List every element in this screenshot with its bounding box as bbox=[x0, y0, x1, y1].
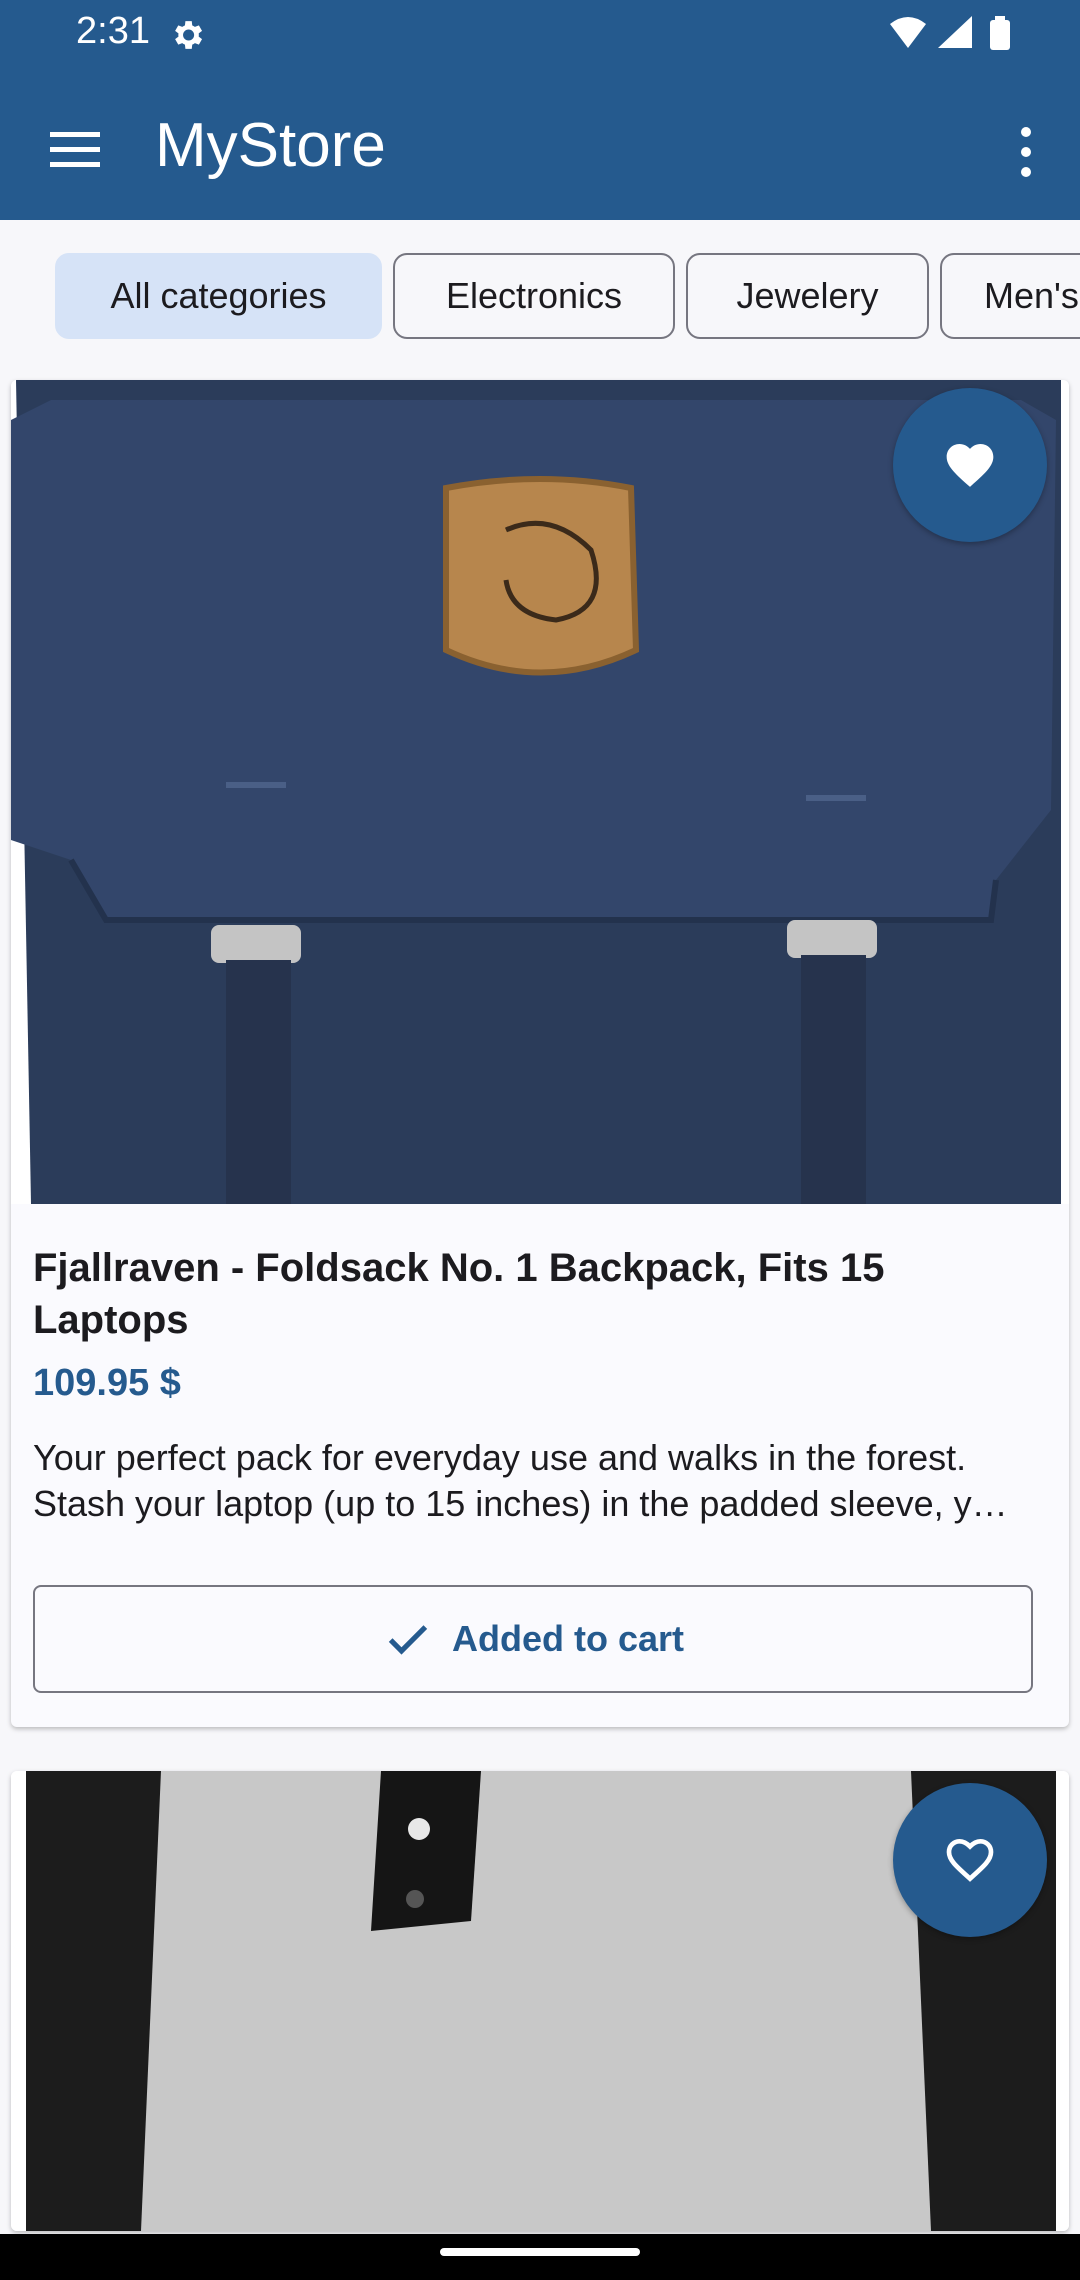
product-description: Your perfect pack for everyday use and w… bbox=[33, 1435, 1043, 1527]
category-chips: All categories Electronics Jewelery Men'… bbox=[0, 220, 1080, 380]
product-card[interactable]: Fjallraven - Foldsack No. 1 Backpack, Fi… bbox=[11, 380, 1069, 1727]
product-card[interactable] bbox=[11, 1771, 1069, 2231]
chip-jewelery[interactable]: Jewelery bbox=[686, 253, 929, 339]
wifi-icon bbox=[890, 17, 926, 48]
product-title: Fjallraven - Foldsack No. 1 Backpack, Fi… bbox=[33, 1246, 885, 1342]
chip-electronics[interactable]: Electronics bbox=[393, 253, 675, 339]
overflow-menu-icon[interactable] bbox=[1018, 126, 1034, 178]
navigation-bar bbox=[0, 2234, 1080, 2280]
chip-mens[interactable]: Men's bbox=[940, 253, 1080, 339]
heart-outline-icon bbox=[946, 1838, 994, 1882]
home-gesture-handle[interactable] bbox=[440, 2248, 640, 2256]
cart-button-label: Added to cart bbox=[451, 1618, 684, 1659]
settings-gear-icon bbox=[175, 21, 203, 49]
battery-icon bbox=[990, 16, 1010, 50]
signal-icon bbox=[938, 16, 972, 48]
status-icons bbox=[888, 14, 1038, 59]
app-bar: MyStore bbox=[0, 70, 1080, 220]
product-description-line: Your perfect pack for everyday use and w… bbox=[33, 1437, 967, 1478]
menu-icon[interactable] bbox=[48, 128, 106, 172]
status-bar: 2:31 bbox=[0, 0, 1080, 70]
favorite-button[interactable] bbox=[893, 1783, 1047, 1937]
checkmark-icon bbox=[388, 1625, 428, 1655]
app-title: MyStore bbox=[155, 111, 386, 180]
product-description-line: Stash your laptop (up to 15 inches) in t… bbox=[33, 1483, 1008, 1524]
favorite-button[interactable] bbox=[893, 388, 1047, 542]
heart-filled-icon bbox=[946, 444, 994, 487]
product-price: 109.95 $ bbox=[33, 1362, 181, 1404]
chip-all-categories[interactable]: All categories bbox=[55, 253, 382, 339]
added-to-cart-button[interactable]: Added to cart bbox=[33, 1585, 1033, 1693]
status-time: 2:31 bbox=[76, 10, 150, 52]
